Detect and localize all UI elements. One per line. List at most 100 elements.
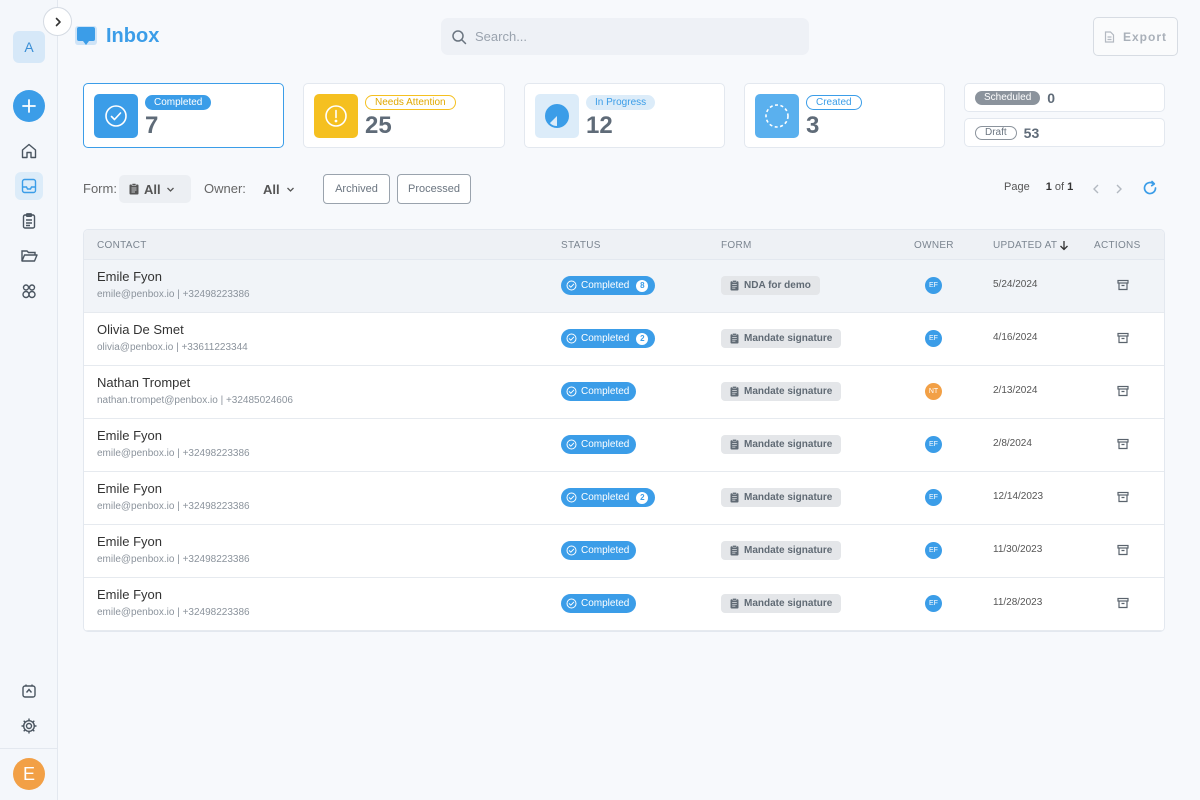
stat-badge-completed: Completed <box>145 95 212 110</box>
user-avatar[interactable]: E <box>13 758 45 790</box>
table-row[interactable]: Emile Fyon emile@penbox.io | +3249822338… <box>84 260 1164 313</box>
archived-filter-button[interactable]: Archived <box>323 174 390 204</box>
archive-icon <box>1117 544 1129 556</box>
table-row[interactable]: Emile Fyon emile@penbox.io | +3249822338… <box>84 525 1164 578</box>
home-icon <box>21 143 37 159</box>
nav-integrations[interactable] <box>15 677 43 705</box>
archive-icon <box>1117 279 1129 291</box>
stat-icon-needs-attention <box>314 94 358 138</box>
search-input[interactable] <box>475 29 775 44</box>
form-tag[interactable]: Mandate signature <box>721 382 842 401</box>
owner-avatar: NT <box>925 383 942 400</box>
nav-contacts[interactable] <box>15 277 43 305</box>
clipboard-icon <box>730 598 739 609</box>
archive-button[interactable] <box>1116 278 1130 292</box>
chevron-down-icon <box>166 187 174 192</box>
form-tag[interactable]: Mandate signature <box>721 329 842 348</box>
archive-button[interactable] <box>1116 331 1130 345</box>
form-tag[interactable]: Mandate signature <box>721 594 842 613</box>
column-header-owner: OWNER <box>914 240 954 251</box>
status-badge: Completed <box>561 435 637 454</box>
table-row[interactable]: Emile Fyon emile@penbox.io | +3249822338… <box>84 419 1164 472</box>
table-header: CONTACT STATUS FORM OWNER UPDATED AT ACT… <box>84 230 1164 260</box>
owner-avatar: EF <box>925 436 942 453</box>
form-tag[interactable]: Mandate signature <box>721 541 842 560</box>
stat-card-needs-attention[interactable]: Needs Attention 25 <box>303 83 505 148</box>
check-circle-icon <box>566 386 577 397</box>
owner-avatar: EF <box>925 277 942 294</box>
create-button[interactable] <box>13 90 45 122</box>
check-circle-icon <box>566 439 577 450</box>
inbox-table: CONTACT STATUS FORM OWNER UPDATED AT ACT… <box>83 229 1165 632</box>
nav-settings[interactable] <box>15 712 43 740</box>
processed-filter-button[interactable]: Processed <box>397 174 471 204</box>
inbox-icon <box>21 178 37 194</box>
archive-icon <box>1117 597 1129 609</box>
status-count: 8 <box>636 279 649 292</box>
stat-card-scheduled[interactable]: Scheduled 0 <box>964 83 1165 112</box>
clipboard-icon <box>730 386 739 397</box>
nav-home[interactable] <box>15 137 43 165</box>
table-row[interactable]: Emile Fyon emile@penbox.io | +3249822338… <box>84 578 1164 631</box>
form-tag[interactable]: NDA for demo <box>721 276 820 295</box>
archive-button[interactable] <box>1116 543 1130 557</box>
table-row[interactable]: Emile Fyon emile@penbox.io | +3249822338… <box>84 472 1164 525</box>
export-button[interactable]: Export <box>1093 17 1178 56</box>
sidebar-divider <box>0 748 58 749</box>
users-icon <box>22 284 36 299</box>
page-label: Page <box>1004 181 1030 193</box>
page-indicator: 1 of 1 <box>1045 181 1074 193</box>
search-bar[interactable] <box>441 18 809 55</box>
table-row[interactable]: Olivia De Smet olivia@penbox.io | +33611… <box>84 313 1164 366</box>
stat-icon-in-progress <box>535 94 579 138</box>
archive-icon <box>1117 438 1129 450</box>
stat-card-in-progress[interactable]: In Progress 12 <box>524 83 725 148</box>
stat-card-completed[interactable]: Completed 7 <box>83 83 284 148</box>
archive-button[interactable] <box>1116 437 1130 451</box>
form-name: Mandate signature <box>744 492 833 503</box>
archive-button[interactable] <box>1116 490 1130 504</box>
form-name: Mandate signature <box>744 333 833 344</box>
sidebar-toggle-button[interactable] <box>43 7 72 36</box>
next-page-icon[interactable] <box>1114 183 1123 195</box>
form-filter-select[interactable]: All <box>119 175 191 203</box>
stat-badge-needs-attention: Needs Attention <box>365 95 456 110</box>
app-store-icon <box>22 684 36 698</box>
clipboard-icon <box>730 439 739 450</box>
refresh-icon[interactable] <box>1142 180 1158 196</box>
nav-folders[interactable] <box>15 242 43 270</box>
workspace-avatar[interactable]: A <box>13 31 45 63</box>
contact-details: olivia@penbox.io | +33611223344 <box>97 342 248 353</box>
stat-icon-created <box>755 94 799 138</box>
prev-page-icon[interactable] <box>1092 183 1101 195</box>
column-header-updated-at[interactable]: UPDATED AT <box>993 240 1069 251</box>
status-badge: Completed 8 <box>561 276 656 295</box>
status-badge: Completed <box>561 594 637 613</box>
nav-forms[interactable] <box>15 207 43 235</box>
contact-name: Emile Fyon <box>97 587 163 602</box>
table-row[interactable]: Nathan Trompet nathan.trompet@penbox.io … <box>84 366 1164 419</box>
form-filter-label: Form: <box>83 181 117 196</box>
nav-inbox[interactable] <box>15 172 43 200</box>
status-count: 2 <box>636 491 649 504</box>
form-name: NDA for demo <box>744 280 811 291</box>
archive-button[interactable] <box>1116 384 1130 398</box>
contact-details: emile@penbox.io | +32498223386 <box>97 289 250 300</box>
stat-card-draft[interactable]: Draft 53 <box>964 118 1165 147</box>
chevron-right-icon <box>55 17 61 26</box>
stat-card-created[interactable]: Created 3 <box>744 83 945 148</box>
stat-badge-scheduled: Scheduled <box>975 90 1041 105</box>
archive-button[interactable] <box>1116 596 1130 610</box>
check-circle-icon <box>566 492 577 503</box>
export-label: Export <box>1122 29 1167 44</box>
contact-name: Emile Fyon <box>97 428 163 443</box>
owner-filter-select[interactable]: All <box>263 175 295 203</box>
stat-value-in-progress: 12 <box>586 112 613 139</box>
status-label: Completed <box>581 386 630 397</box>
status-badge: Completed <box>561 382 637 401</box>
form-tag[interactable]: Mandate signature <box>721 435 842 454</box>
status-label: Completed <box>581 545 630 556</box>
form-tag[interactable]: Mandate signature <box>721 488 842 507</box>
progress-pie-icon <box>545 104 569 128</box>
form-name: Mandate signature <box>744 598 833 609</box>
